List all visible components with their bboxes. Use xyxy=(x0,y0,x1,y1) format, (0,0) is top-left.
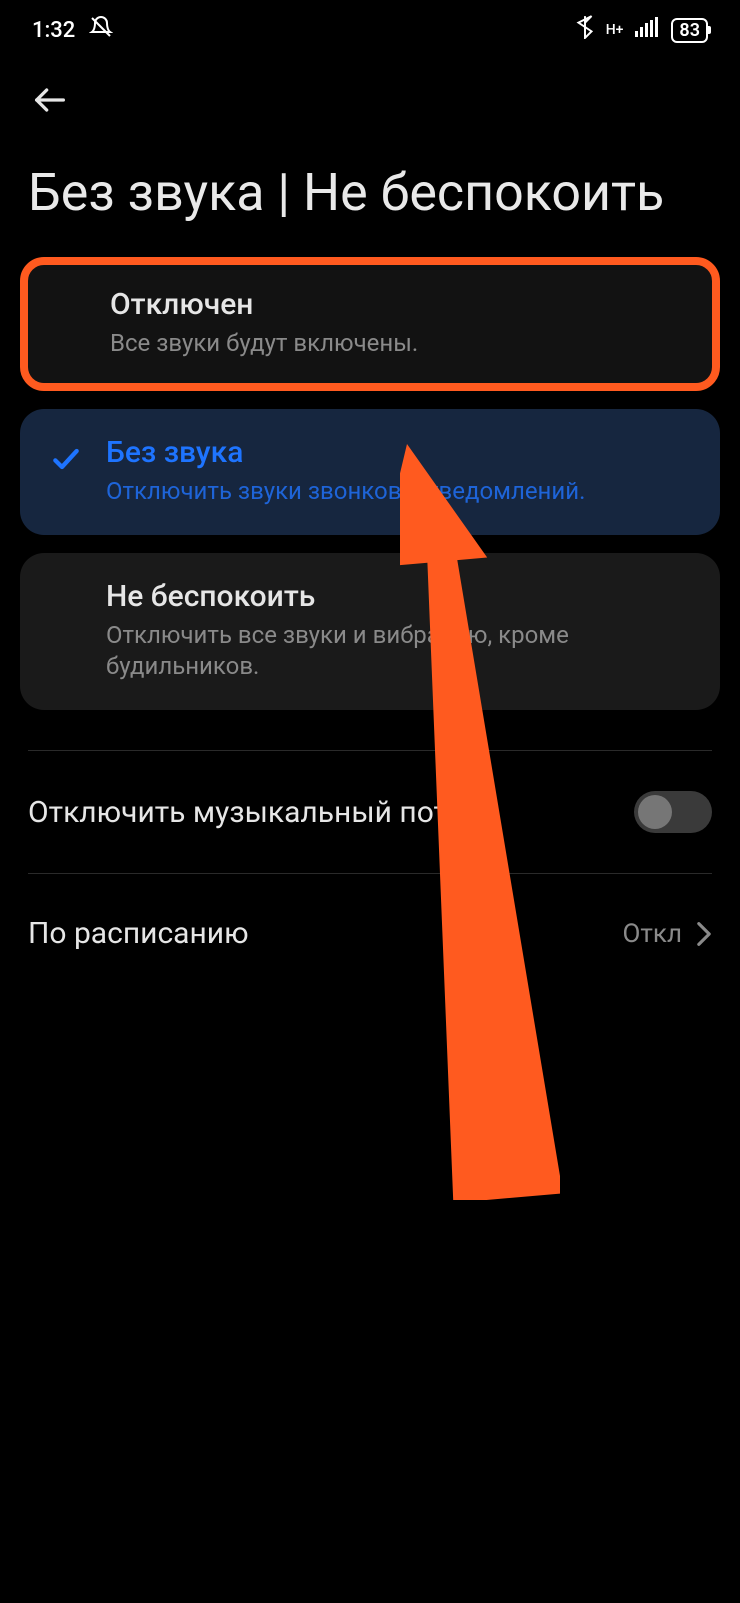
network-type-icon: H+ xyxy=(606,23,624,37)
option-subtitle: Отключить звуки звонков и уведомлений. xyxy=(106,476,690,507)
option-dnd[interactable]: Не беспокоить Отключить все звуки и вибр… xyxy=(20,553,720,710)
chevron-right-icon xyxy=(696,921,712,947)
option-subtitle: Все звуки будут включены. xyxy=(110,328,686,359)
option-title: Отключен xyxy=(110,287,686,322)
bluetooth-icon xyxy=(576,15,594,45)
toggle-mute-stream[interactable] xyxy=(634,791,712,833)
page-title: Без звука | Не беспокоить xyxy=(0,122,740,257)
toggle-knob xyxy=(638,795,672,829)
setting-value: Откл xyxy=(623,919,682,949)
option-subtitle: Отключить все звуки и вибрацию, кроме бу… xyxy=(106,620,690,682)
mode-options: Отключен Все звуки будут включены. Без з… xyxy=(0,257,740,711)
option-disabled[interactable]: Отключен Все звуки будут включены. xyxy=(20,257,720,391)
status-bar: 1:32 H+ 83 xyxy=(0,0,740,50)
battery-indicator: 83 xyxy=(671,18,708,43)
setting-label: По расписанию xyxy=(28,914,249,953)
check-icon xyxy=(50,443,82,475)
status-time: 1:32 xyxy=(32,18,75,43)
mute-icon xyxy=(89,15,113,45)
setting-label: Отключить музыкальный поток xyxy=(28,793,481,832)
divider xyxy=(28,873,712,874)
setting-schedule[interactable]: По расписанию Откл xyxy=(0,914,740,953)
back-button[interactable] xyxy=(28,78,72,122)
option-silent[interactable]: Без звука Отключить звуки звонков и увед… xyxy=(20,409,720,535)
option-title: Без звука xyxy=(106,435,690,470)
divider xyxy=(28,750,712,751)
signal-icon xyxy=(635,17,659,43)
setting-mute-music-stream[interactable]: Отключить музыкальный поток xyxy=(0,791,740,833)
arrow-left-icon xyxy=(30,80,70,120)
option-title: Не беспокоить xyxy=(106,579,690,614)
battery-level: 83 xyxy=(679,20,700,41)
